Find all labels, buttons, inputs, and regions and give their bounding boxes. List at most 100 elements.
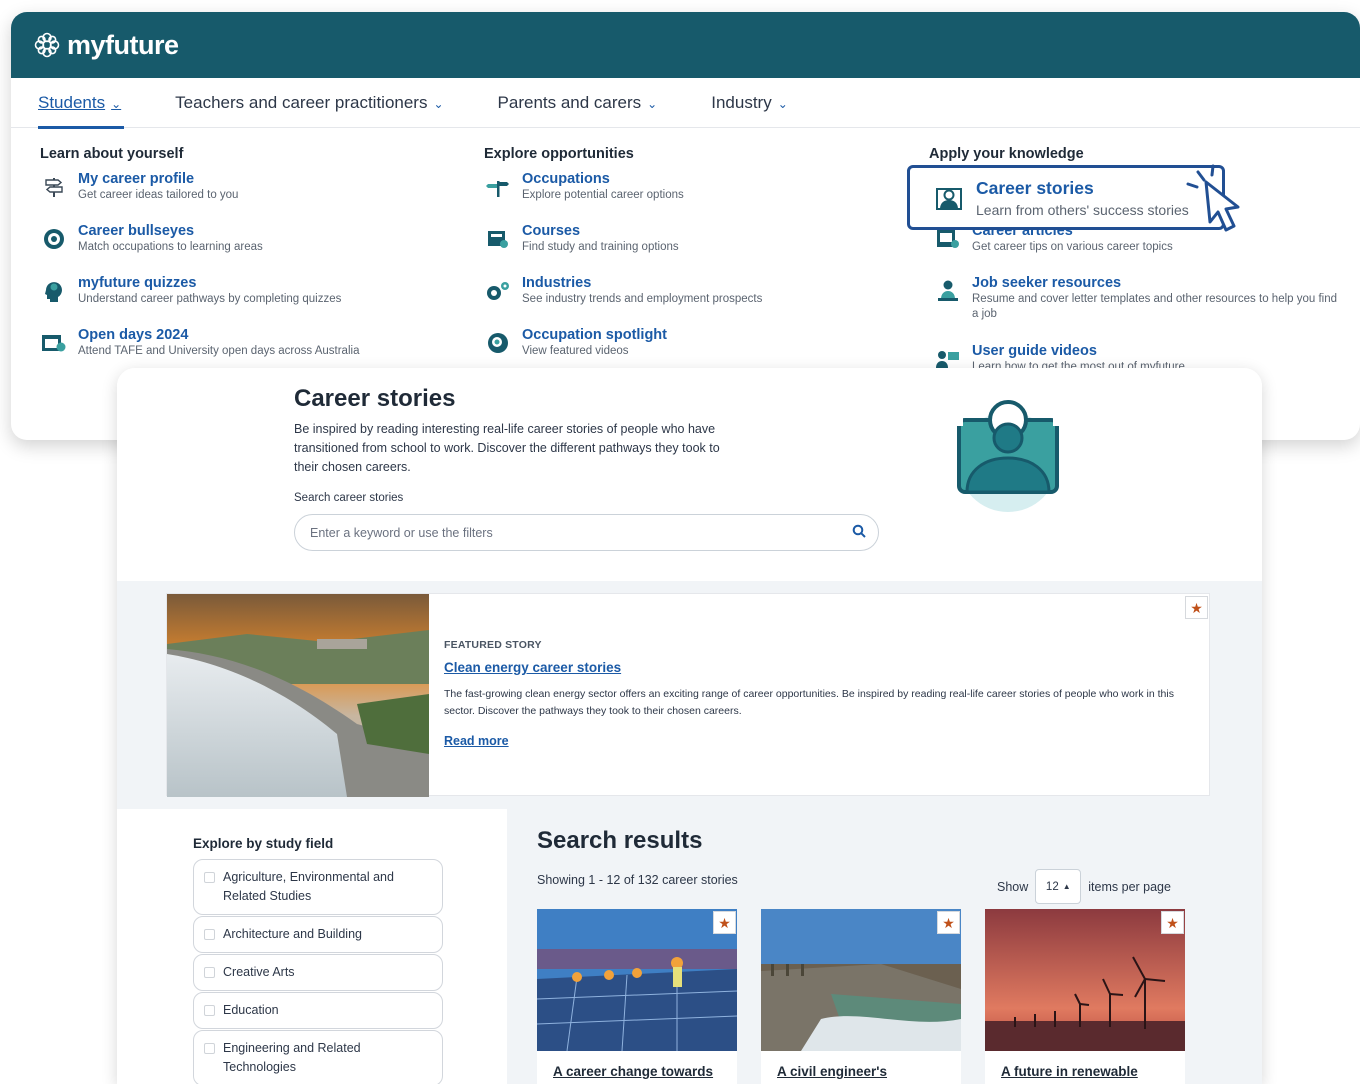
menu-item-desc: Attend TAFE and University open days acr… [78,345,360,357]
menu-item-desc: Get career ideas tailored to you [78,189,239,201]
filter-label: Engineering and Related Technologies [223,1041,361,1074]
career-stories-page: Career stories Be inspired by reading in… [117,368,1262,1084]
menu-col-learn: Learn about yourself My career profile G… [40,146,460,379]
filter-option[interactable]: Education [193,992,443,1029]
head-bulb-icon [40,277,68,305]
favourite-star-icon[interactable]: ★ [1185,596,1208,619]
per-page-suffix: items per page [1088,879,1171,894]
search-label: Search career stories [294,492,404,504]
dam-image [167,594,429,797]
search-results: Search results Showing 1 - 12 of 132 car… [507,809,1262,1084]
menu-heading: Explore opportunities [484,146,634,162]
menu-item-job-seeker[interactable]: Job seeker resources Resume and cover le… [934,275,1339,343]
signpost-icon [40,173,68,201]
story-card-title[interactable]: A civil engineer's [777,1064,887,1079]
per-page-select[interactable]: 12 ▲ [1035,869,1082,904]
calendar-icon [40,329,68,357]
menu-item-courses[interactable]: Courses Find study and training options [484,223,904,275]
checkbox[interactable] [204,872,215,883]
per-page-value: 12 [1045,880,1059,893]
active-nav-indicator [38,126,124,129]
nav-teachers-label: Teachers and career practitioners [175,92,428,112]
menu-item-title: Industries [522,275,592,291]
book-icon [484,225,512,253]
menu-item-title: User guide videos [972,343,1097,359]
menu-item-desc: Find study and training options [522,241,679,253]
solar-workers-image [537,909,737,1051]
page-intro: Be inspired by reading interesting real-… [294,422,720,474]
story-card[interactable]: ★ A career change towards [537,909,737,1084]
filter-option[interactable]: Creative Arts [193,954,443,991]
results-count: Showing 1 - 12 of 132 career stories [537,873,738,887]
checkbox[interactable] [204,1043,215,1054]
story-card[interactable]: ★ A future in renewable [985,909,1185,1084]
page-hero: Career stories Be inspired by reading in… [117,368,1262,581]
story-card-title[interactable]: A career change towards [553,1064,713,1079]
search-icon[interactable] [852,524,866,541]
site-header: myfuture [11,12,1360,78]
dam-wall-image [761,909,961,1051]
nav-students[interactable]: Students ⌄ [38,93,121,113]
menu-item-industries[interactable]: Industries See industry trends and emplo… [484,275,904,327]
menu-item-occupations[interactable]: Occupations Explore potential career opt… [484,171,904,223]
menu-heading: Apply your knowledge [929,146,1084,162]
featured-desc: The fast-growing clean energy sector off… [444,688,1174,717]
per-page-control: Show 12 ▲ items per page [997,869,1171,904]
checkbox[interactable] [204,967,215,978]
menu-item-title: Occupation spotlight [522,327,667,343]
study-field-filters: Explore by study field Agriculture, Envi… [117,809,507,1084]
filter-label: Architecture and Building [223,927,362,941]
menu-item-career-stories[interactable]: Career stories Learn from others' succes… [907,165,1225,230]
site-logo[interactable]: myfuture [33,30,179,61]
menu-item-title: myfuture quizzes [78,275,197,291]
checkbox[interactable] [204,929,215,940]
chevron-down-icon: ⌄ [777,96,788,111]
checkbox[interactable] [204,1005,215,1016]
menu-item-title: Career bullseyes [78,223,195,239]
menu-item-desc: See industry trends and employment prosp… [522,293,763,305]
person-frame-icon [936,187,962,210]
menu-item-career-bullseyes[interactable]: Career bullseyes Match occupations to le… [40,223,460,275]
menu-item-title: Occupations [522,171,610,187]
chevron-down-icon: ⌄ [111,96,122,111]
nav-parents[interactable]: Parents and carers ⌄ [498,93,658,113]
favourite-star-icon[interactable]: ★ [937,911,960,934]
filter-label: Agriculture, Environmental and Related S… [223,870,394,903]
menu-item-title: Job seeker resources [972,275,1122,291]
filter-option[interactable]: Architecture and Building [193,916,443,953]
nav-industry[interactable]: Industry ⌄ [711,93,788,113]
person-desk-icon [934,277,962,305]
nav-parents-label: Parents and carers [497,92,642,112]
menu-heading: Learn about yourself [40,146,184,162]
filters-heading: Explore by study field [193,836,334,851]
filter-option[interactable]: Agriculture, Environmental and Related S… [193,859,443,915]
signpost-icon [484,173,512,201]
results-heading: Search results [537,827,703,854]
filter-option[interactable]: Engineering and Related Technologies [193,1030,443,1084]
menu-item-quizzes[interactable]: myfuture quizzes Understand career pathw… [40,275,460,327]
story-card-title[interactable]: A future in renewable [1001,1064,1138,1079]
nav-students-label: Students [38,92,106,112]
brand-name: myfuture [67,29,179,60]
menu-item-career-articles[interactable]: Career articles Get career tips on vario… [934,223,1339,275]
menu-item-title: Courses [522,223,581,239]
story-card[interactable]: ★ A civil engineer's [761,909,961,1084]
favourite-star-icon[interactable]: ★ [713,911,736,934]
featured-title-link[interactable]: Clean energy career stories [444,660,621,675]
search-bar [294,514,879,551]
select-arrows-icon: ▲ [1062,882,1071,891]
menu-item-title: My career profile [78,171,195,187]
menu-item-desc: Understand career pathways by completing… [78,293,342,305]
nav-teachers[interactable]: Teachers and career practitioners ⌄ [175,93,443,113]
favourite-star-icon[interactable]: ★ [1161,911,1184,934]
read-more-link[interactable]: Read more [444,734,509,748]
brand-flower-icon [34,32,60,58]
spotlight-icon [484,329,512,357]
page-title: Career stories [294,385,456,412]
wind-turbines-image [985,909,1185,1051]
search-input[interactable] [310,525,810,540]
chevron-down-icon: ⌄ [433,96,444,111]
menu-item-desc: Get career tips on various career topics [972,241,1173,253]
target-icon [40,225,68,253]
menu-item-career-profile[interactable]: My career profile Get career ideas tailo… [40,171,460,223]
